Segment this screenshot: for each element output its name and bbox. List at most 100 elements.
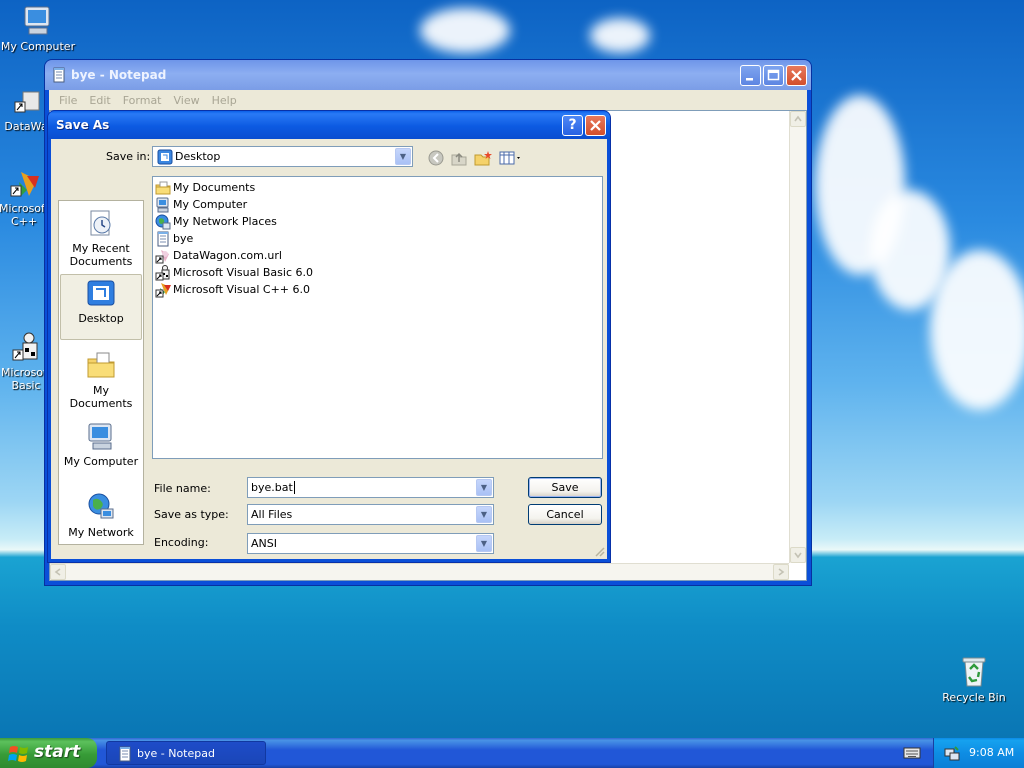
desktop-icon-label: DataWa xyxy=(4,120,48,133)
dialog-body: Save in: Desktop ▼ My Recent Documents D… xyxy=(51,139,607,559)
desktop-icon xyxy=(157,149,173,165)
text-cursor xyxy=(293,481,295,494)
computer-icon xyxy=(24,6,50,35)
help-icon: ? xyxy=(568,117,577,133)
save-as-dialog: Save As ? Save in: Desktop ▼ My Recent D… xyxy=(47,110,611,563)
scroll-up-button[interactable] xyxy=(790,111,806,127)
file-name: DataWagon.com.url xyxy=(173,249,282,262)
save-as-type-dropdown[interactable]: All Files ▼ xyxy=(247,504,494,525)
arrow-left-icon xyxy=(54,568,61,576)
scroll-left-button[interactable] xyxy=(50,564,66,580)
dialog-close-button[interactable] xyxy=(585,115,606,136)
notepad-icon xyxy=(119,746,131,762)
list-item[interactable]: Microsoft Visual Basic 6.0 xyxy=(155,264,313,281)
close-button[interactable] xyxy=(786,65,807,86)
desktop-icon xyxy=(87,280,115,306)
minimize-icon xyxy=(746,78,753,81)
clock[interactable]: 9:08 AM xyxy=(969,746,1014,759)
arrow-right-icon xyxy=(778,568,785,576)
chevron-down-icon[interactable]: ▼ xyxy=(476,479,492,496)
network-globe-icon xyxy=(88,493,114,519)
dialog-title: Save As xyxy=(56,118,110,132)
place-label: Documents xyxy=(69,255,133,268)
maximize-button[interactable] xyxy=(763,65,784,86)
file-name-label: File name: xyxy=(154,482,211,495)
notepad-title-bar[interactable]: bye - Notepad xyxy=(45,60,811,90)
place-desktop[interactable]: Desktop xyxy=(60,274,142,340)
place-my-documents[interactable]: My Documents xyxy=(60,349,142,410)
visual-basic-icon xyxy=(12,332,38,361)
list-item[interactable]: My Documents xyxy=(155,179,255,196)
place-label: My Documents xyxy=(69,384,133,410)
menu-help[interactable]: Help xyxy=(206,94,243,107)
place-my-network[interactable]: My Network xyxy=(60,491,142,539)
save-button[interactable]: Save xyxy=(528,477,602,498)
file-name-input[interactable]: bye.bat ▼ xyxy=(247,477,494,498)
chevron-down-icon[interactable]: ▼ xyxy=(476,506,492,523)
list-item[interactable]: Microsoft Visual C++ 6.0 xyxy=(155,281,310,298)
network-tray-icon[interactable] xyxy=(944,745,960,761)
new-folder-icon[interactable] xyxy=(473,149,493,167)
resize-grip-icon[interactable] xyxy=(593,545,605,557)
arrow-down-icon xyxy=(794,552,802,559)
encoding-value: ANSI xyxy=(251,537,277,550)
place-my-recent-documents[interactable]: My Recent Documents xyxy=(60,207,142,268)
list-item[interactable]: My Network Places xyxy=(155,213,277,230)
file-name: Microsoft Visual C++ 6.0 xyxy=(173,283,310,296)
list-item[interactable]: My Computer xyxy=(155,196,247,213)
desktop-icon-my-computer[interactable]: My Computer xyxy=(0,4,76,53)
list-item[interactable]: DataWagon.com.url xyxy=(155,247,282,264)
taskbar-button-notepad[interactable]: bye - Notepad xyxy=(106,741,266,765)
file-name-value: bye.bat xyxy=(251,481,293,494)
file-list[interactable]: My Documents My Computer My Network Plac… xyxy=(152,176,603,459)
menu-file[interactable]: File xyxy=(53,94,83,107)
scroll-right-button[interactable] xyxy=(773,564,789,580)
save-in-value: Desktop xyxy=(175,150,221,163)
recent-documents-icon xyxy=(90,210,111,236)
computer-icon xyxy=(88,423,112,450)
back-icon[interactable] xyxy=(427,149,447,167)
close-icon xyxy=(791,70,802,81)
file-name: bye xyxy=(173,232,194,245)
view-menu-icon[interactable] xyxy=(498,149,524,167)
menu-format[interactable]: Format xyxy=(117,94,168,107)
my-documents-icon xyxy=(87,352,115,378)
cancel-button[interactable]: Cancel xyxy=(528,504,602,525)
keyboard-icon[interactable] xyxy=(903,746,921,760)
internet-shortcut-icon xyxy=(155,249,169,263)
menu-view[interactable]: View xyxy=(168,94,206,107)
file-name: My Computer xyxy=(173,198,248,211)
visual-cpp-icon xyxy=(155,282,171,297)
close-icon xyxy=(590,120,601,131)
vertical-scrollbar[interactable] xyxy=(789,111,806,563)
chevron-down-icon[interactable]: ▼ xyxy=(476,535,492,552)
place-my-computer[interactable]: My Computer xyxy=(60,420,142,468)
start-button[interactable]: start xyxy=(0,738,97,768)
chevron-down-icon[interactable]: ▼ xyxy=(395,148,411,165)
arrow-up-icon xyxy=(794,115,802,122)
encoding-dropdown[interactable]: ANSI ▼ xyxy=(247,533,494,554)
save-in-dropdown[interactable]: Desktop ▼ xyxy=(152,146,413,167)
cloud xyxy=(930,250,1024,410)
list-item[interactable]: bye xyxy=(155,230,193,247)
maximize-icon xyxy=(767,69,780,81)
network-globe-icon xyxy=(155,214,171,229)
place-label: My Network xyxy=(68,526,134,539)
text-file-icon xyxy=(157,231,169,246)
dialog-title-bar[interactable]: Save As ? xyxy=(48,111,610,139)
windows-logo-icon xyxy=(8,746,28,762)
menu-edit[interactable]: Edit xyxy=(83,94,116,107)
save-as-type-value: All Files xyxy=(251,508,293,521)
file-name: Microsoft Visual Basic 6.0 xyxy=(173,266,314,279)
taskbar: start bye - Notepad 9:08 AM xyxy=(0,738,1024,768)
help-button[interactable]: ? xyxy=(562,115,583,136)
desktop-icon-label: Recycle Bin xyxy=(942,691,1006,704)
scroll-down-button[interactable] xyxy=(790,547,806,563)
desktop-icon-recycle-bin[interactable]: Recycle Bin xyxy=(936,655,1012,704)
up-folder-icon[interactable] xyxy=(449,149,469,167)
cloud xyxy=(420,8,510,53)
horizontal-scrollbar[interactable] xyxy=(50,563,789,580)
visual-cpp-icon xyxy=(10,172,39,197)
minimize-button[interactable] xyxy=(740,65,761,86)
computer-icon xyxy=(156,197,169,212)
